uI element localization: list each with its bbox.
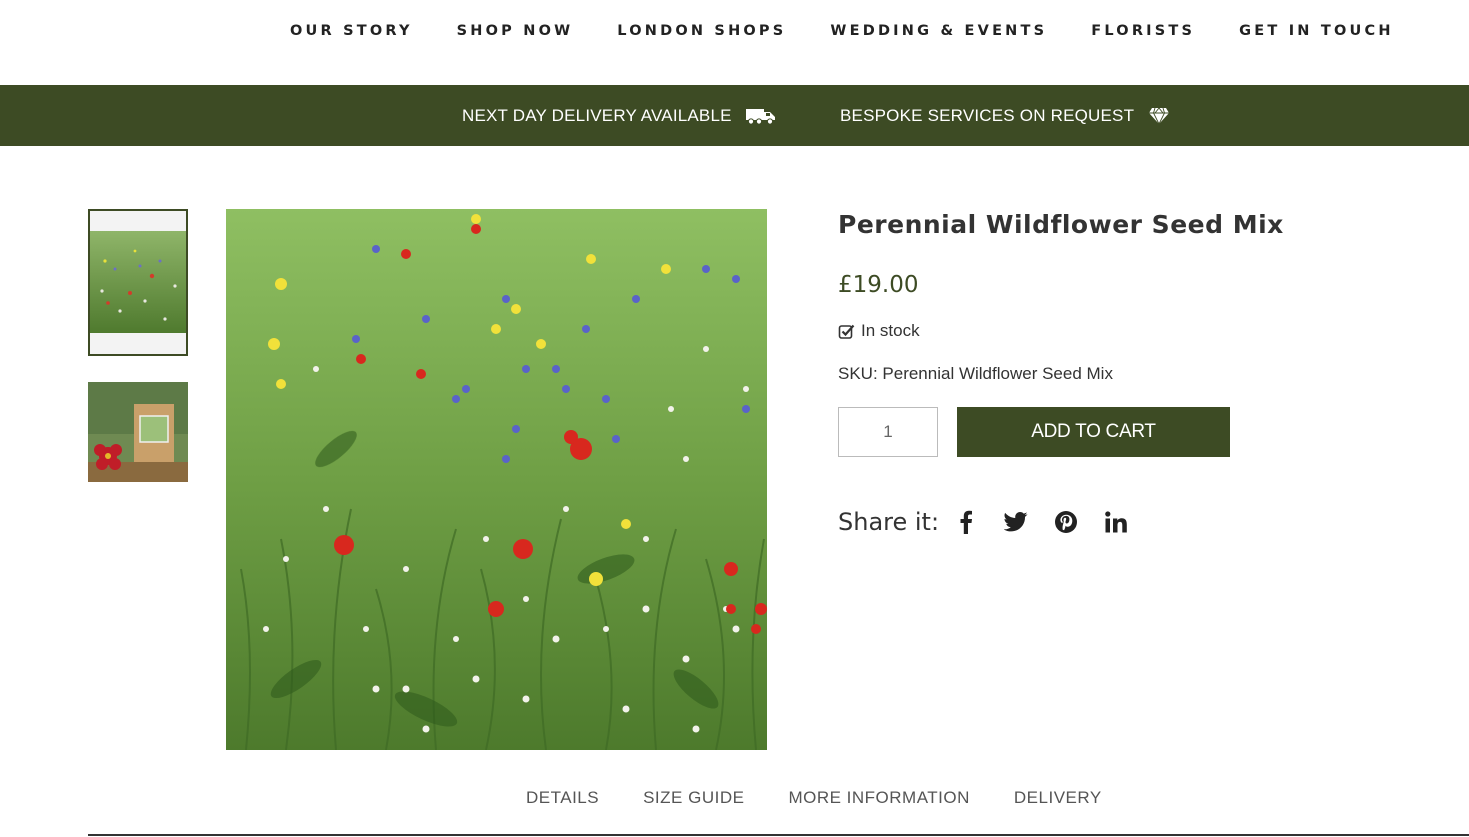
wildflower-meadow-image <box>226 209 767 750</box>
product-sku: SKU: Perennial Wildflower Seed Mix <box>838 364 1113 383</box>
nav-menu: OUR STORY SHOP NOW LONDON SHOPS WEDDING … <box>268 20 1416 42</box>
nav-item-london-shops[interactable]: LONDON SHOPS <box>595 20 808 42</box>
stock-status: In stock <box>838 321 920 341</box>
share-section: Share it: <box>838 504 1153 540</box>
nav-item-get-in-touch[interactable]: GET IN TOUCH <box>1217 20 1416 42</box>
thumbnail-seed-packet[interactable] <box>88 382 188 482</box>
diamond-icon <box>1149 107 1170 124</box>
tab-size-guide[interactable]: SIZE GUIDE <box>643 788 744 808</box>
add-to-cart-button[interactable]: ADD TO CART <box>957 407 1230 457</box>
nav-item-florists[interactable]: FLORISTS <box>1069 20 1217 42</box>
checkbox-check-icon <box>838 324 855 339</box>
share-label: Share it: <box>838 508 940 536</box>
nav-item-our-story[interactable]: OUR STORY <box>268 20 435 42</box>
product-tabs: DETAILS SIZE GUIDE MORE INFORMATION DELI… <box>526 788 1146 808</box>
quantity-input[interactable] <box>838 407 938 457</box>
linkedin-icon[interactable] <box>1103 507 1129 537</box>
nav-item-shop-now[interactable]: SHOP NOW <box>435 20 596 42</box>
product-price: £19.00 <box>838 272 919 298</box>
product-title: Perennial Wildflower Seed Mix <box>838 210 1284 239</box>
tab-delivery[interactable]: DELIVERY <box>1014 788 1102 808</box>
thumbnail-image <box>90 231 186 333</box>
pinterest-icon[interactable] <box>1053 507 1079 537</box>
seed-packet-image <box>88 382 188 482</box>
promo-banner: NEXT DAY DELIVERY AVAILABLE BESPOKE SERV… <box>0 85 1469 146</box>
product-main-image[interactable] <box>226 209 767 750</box>
delivery-notice: NEXT DAY DELIVERY AVAILABLE <box>462 85 776 146</box>
thumbnail-wildflower-meadow[interactable] <box>88 209 188 356</box>
truck-icon <box>745 108 775 125</box>
facebook-icon[interactable] <box>953 507 979 537</box>
delivery-text: NEXT DAY DELIVERY AVAILABLE <box>462 105 732 125</box>
stock-text: In stock <box>861 321 920 340</box>
nav-item-wedding-events[interactable]: WEDDING & EVENTS <box>808 20 1069 42</box>
twitter-icon[interactable] <box>1003 507 1029 537</box>
top-navigation: OUR STORY SHOP NOW LONDON SHOPS WEDDING … <box>0 0 1469 85</box>
bespoke-text: BESPOKE SERVICES ON REQUEST <box>840 105 1135 125</box>
tab-more-information[interactable]: MORE INFORMATION <box>788 788 969 808</box>
tab-details[interactable]: DETAILS <box>526 788 599 808</box>
tabs-divider <box>88 834 1469 836</box>
bespoke-notice: BESPOKE SERVICES ON REQUEST <box>840 85 1170 146</box>
